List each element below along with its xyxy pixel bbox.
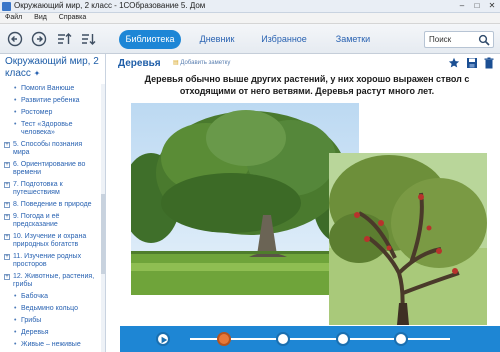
bullet-icon: • (14, 121, 17, 128)
sidebar-scroll-thumb[interactable] (101, 194, 105, 274)
window-titlebar: Окружающий мир, 2 класс - 1СОбразование … (0, 0, 500, 13)
minimize-button[interactable]: – (456, 1, 468, 11)
app-icon (2, 2, 11, 11)
bullet-icon: • (14, 329, 17, 336)
toc-label: 10. Изучение и охрана природных богатств (13, 233, 87, 248)
toc-label: Живые – неживые (21, 341, 81, 348)
toc-label: Ростомер (21, 109, 53, 116)
expand-icon[interactable]: + (4, 162, 10, 168)
tab-diary[interactable]: Дневник (194, 30, 240, 49)
search-placeholder: Поиск (429, 35, 452, 44)
bullet-icon: • (14, 317, 17, 324)
tab-favorites[interactable]: Избранное (259, 30, 309, 49)
toc-label: 9. Погода и её предсказание (13, 213, 60, 228)
add-note-label: Добавить заметку (180, 60, 231, 66)
toc-label: Грибы (21, 317, 42, 324)
sort-up-icon[interactable] (56, 31, 72, 47)
sort-down-icon[interactable] (80, 31, 96, 47)
favorite-star-icon[interactable]: ✦ (34, 69, 41, 78)
oak-tree-photo (131, 103, 359, 295)
bullet-icon: • (14, 341, 17, 348)
toc-label: 8. Поведение в природе (13, 201, 92, 208)
expand-icon[interactable]: + (4, 202, 10, 208)
expand-icon[interactable]: + (4, 254, 10, 260)
play-icon (161, 336, 168, 344)
bullet-icon: • (14, 109, 17, 116)
menu-bar: Файл Вид Справка (0, 13, 500, 24)
toc-label: Бабочка (21, 293, 48, 300)
menu-help[interactable]: Справка (54, 13, 91, 21)
toc-label: 12. Животные, растения, грибы (13, 273, 95, 288)
note-icon: ▤ (173, 60, 179, 66)
search-icon[interactable] (478, 34, 490, 46)
toolbar: Библиотека Дневник Избранное Заметки Пои… (0, 24, 500, 54)
content-area: Деревья ▤ Добавить заметку Деревья обычн… (107, 54, 500, 352)
expand-icon[interactable]: + (4, 182, 10, 188)
play-button[interactable] (156, 332, 170, 346)
apple-tree-photo (329, 153, 487, 325)
trash-icon[interactable] (483, 57, 495, 69)
bullet-icon: • (14, 305, 17, 312)
window-title: Окружающий мир, 2 класс - 1СОбразование … (14, 1, 206, 10)
close-button[interactable]: ✕ (486, 1, 498, 11)
toc-label: Тест «Здоровье человека» (21, 121, 73, 136)
toc-label: Деревья (21, 329, 49, 336)
sidebar-toc: Окружающий мир, 2 класс ✦ • Помоги Ванюше… (0, 54, 106, 352)
course-title: Окружающий мир, 2 класс ✦ (5, 56, 103, 80)
toc-label: Ведьмино кольцо (21, 305, 79, 312)
slide-dot-4[interactable] (394, 332, 408, 346)
menu-file[interactable]: Файл (0, 13, 27, 21)
forward-icon[interactable] (31, 31, 47, 47)
toc-label: 11. Изучение родных просторов (13, 253, 82, 268)
save-icon[interactable] (466, 57, 478, 69)
back-icon[interactable] (7, 31, 23, 47)
slide-dot-3[interactable] (336, 332, 350, 346)
slideshow-player (120, 326, 500, 352)
bullet-icon: • (14, 85, 17, 92)
menu-view[interactable]: Вид (29, 13, 52, 21)
expand-icon[interactable]: + (4, 234, 10, 240)
expand-icon[interactable]: + (4, 214, 10, 220)
slide-dot-2[interactable] (276, 332, 290, 346)
lead-paragraph: Деревья обычно выше других растений, у н… (144, 74, 470, 96)
toc-label: 5. Способы познания мира (13, 141, 83, 156)
bullet-icon: • (14, 97, 17, 104)
star-icon[interactable] (448, 57, 460, 69)
course-title-text: Окружающий мир, 2 класс (5, 56, 99, 79)
toc-label: 6. Ориентирование во времени (13, 161, 86, 176)
tab-library[interactable]: Библиотека (119, 30, 181, 49)
page-title: Деревья (118, 58, 161, 69)
add-note-link[interactable]: ▤ Добавить заметку (173, 59, 230, 66)
slide-dot-1[interactable] (217, 332, 231, 346)
maximize-button[interactable]: □ (471, 1, 483, 11)
tab-notes[interactable]: Заметки (331, 30, 375, 49)
bullet-icon: • (14, 293, 17, 300)
search-field[interactable]: Поиск (424, 31, 494, 48)
window-controls: – □ ✕ (456, 1, 498, 11)
toc-label: Развитие ребенка (21, 97, 80, 104)
toc-label: 7. Подготовка к путешествиям (13, 181, 63, 196)
expand-icon[interactable]: + (4, 274, 10, 280)
expand-icon[interactable]: + (4, 142, 10, 148)
toc-label: Помоги Ванюше (21, 85, 75, 92)
